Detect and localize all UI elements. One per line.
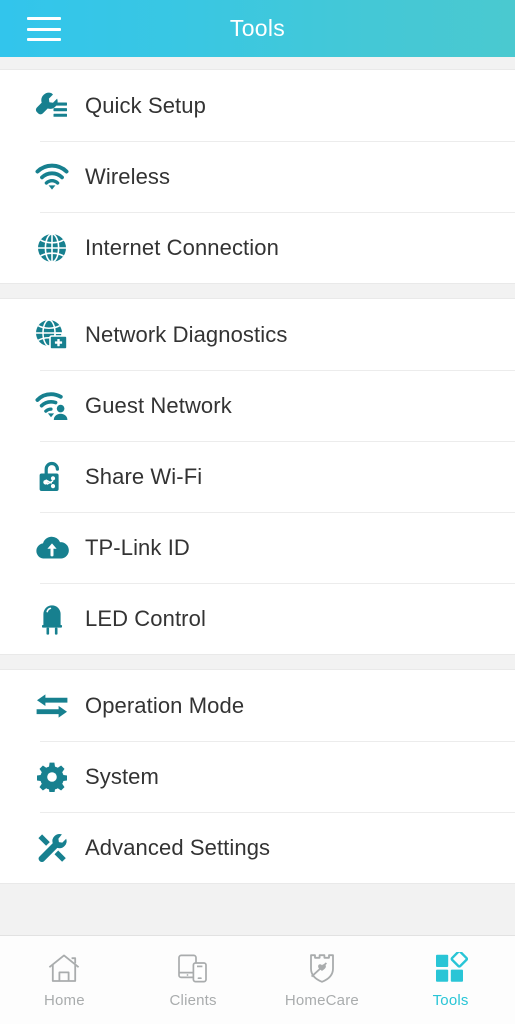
list-item-quick-setup[interactable]: Quick Setup <box>0 70 515 141</box>
tab-label: HomeCare <box>284 992 359 1009</box>
hamburger-line <box>27 17 61 20</box>
hamburger-menu-icon[interactable] <box>27 17 61 41</box>
two-way-arrows-icon <box>32 693 72 719</box>
list-item-label: Guest Network <box>85 392 232 418</box>
list-item-share-wifi[interactable]: Share Wi-Fi <box>0 441 515 512</box>
tab-label: Home <box>43 992 85 1009</box>
tools-list: Quick Setup Wireless Internet Connection… <box>0 57 515 935</box>
unlocked-padlock-share-icon <box>32 461 72 493</box>
list-item-label: Quick Setup <box>85 92 206 118</box>
list-item-advanced-settings[interactable]: Advanced Settings <box>0 812 515 883</box>
tab-clients[interactable]: Clients <box>129 936 258 1024</box>
wrench-settings-icon <box>32 90 72 122</box>
hamburger-line <box>27 38 61 41</box>
globe-icon <box>32 232 72 263</box>
list-item-network-diagnostics[interactable]: Network Diagnostics <box>0 299 515 370</box>
list-item-label: Operation Mode <box>85 692 245 718</box>
settings-group-network: Network Diagnostics Guest Network Share … <box>0 298 515 655</box>
hamburger-line <box>27 27 61 31</box>
shield-heart-icon <box>306 951 338 985</box>
settings-group-system: Operation Mode System Advanced Settings <box>0 669 515 884</box>
list-item-guest-network[interactable]: Guest Network <box>0 370 515 441</box>
list-item-label: LED Control <box>85 605 206 631</box>
list-item-label: Internet Connection <box>85 234 279 260</box>
list-item-led-control[interactable]: LED Control <box>0 583 515 654</box>
group-spacer <box>0 284 515 298</box>
list-item-tp-link-id[interactable]: TP-Link ID <box>0 512 515 583</box>
led-bulb-icon <box>32 603 72 635</box>
group-spacer <box>0 655 515 669</box>
list-item-label: Share Wi-Fi <box>85 463 203 489</box>
app-header: Tools <box>0 0 515 57</box>
tab-home[interactable]: Home <box>0 936 129 1024</box>
list-item-label: Network Diagnostics <box>85 321 288 347</box>
tablet-phone-icon <box>176 951 210 985</box>
wrench-screwdriver-icon <box>32 832 72 864</box>
tools-screen: Tools Quick Setup Wireless Internet Conn… <box>0 0 515 1024</box>
list-item-label: TP-Link ID <box>85 534 190 560</box>
globe-medical-kit-icon <box>32 318 72 351</box>
list-item-label: Advanced Settings <box>85 834 271 860</box>
tab-homecare[interactable]: HomeCare <box>258 936 387 1024</box>
tab-label: Tools <box>432 992 469 1009</box>
wifi-person-icon <box>32 391 72 421</box>
list-item-label: Wireless <box>85 163 171 189</box>
list-top-spacer <box>0 57 515 69</box>
list-bottom-spacer <box>0 884 515 930</box>
tab-label: Clients <box>169 992 217 1009</box>
list-item-wireless[interactable]: Wireless <box>0 141 515 212</box>
gear-icon <box>32 762 72 792</box>
tab-tools[interactable]: Tools <box>386 936 515 1024</box>
settings-group-basic: Quick Setup Wireless Internet Connection <box>0 69 515 284</box>
list-item-operation-mode[interactable]: Operation Mode <box>0 670 515 741</box>
page-title: Tools <box>229 15 286 41</box>
house-icon <box>47 951 81 985</box>
wifi-icon <box>32 163 72 191</box>
cloud-upload-icon <box>32 535 72 561</box>
squares-diamond-icon <box>434 951 468 985</box>
list-item-internet-connection[interactable]: Internet Connection <box>0 212 515 283</box>
bottom-tab-bar: Home Clients HomeCare Tools <box>0 935 515 1024</box>
list-item-system[interactable]: System <box>0 741 515 812</box>
list-item-label: System <box>85 763 159 789</box>
